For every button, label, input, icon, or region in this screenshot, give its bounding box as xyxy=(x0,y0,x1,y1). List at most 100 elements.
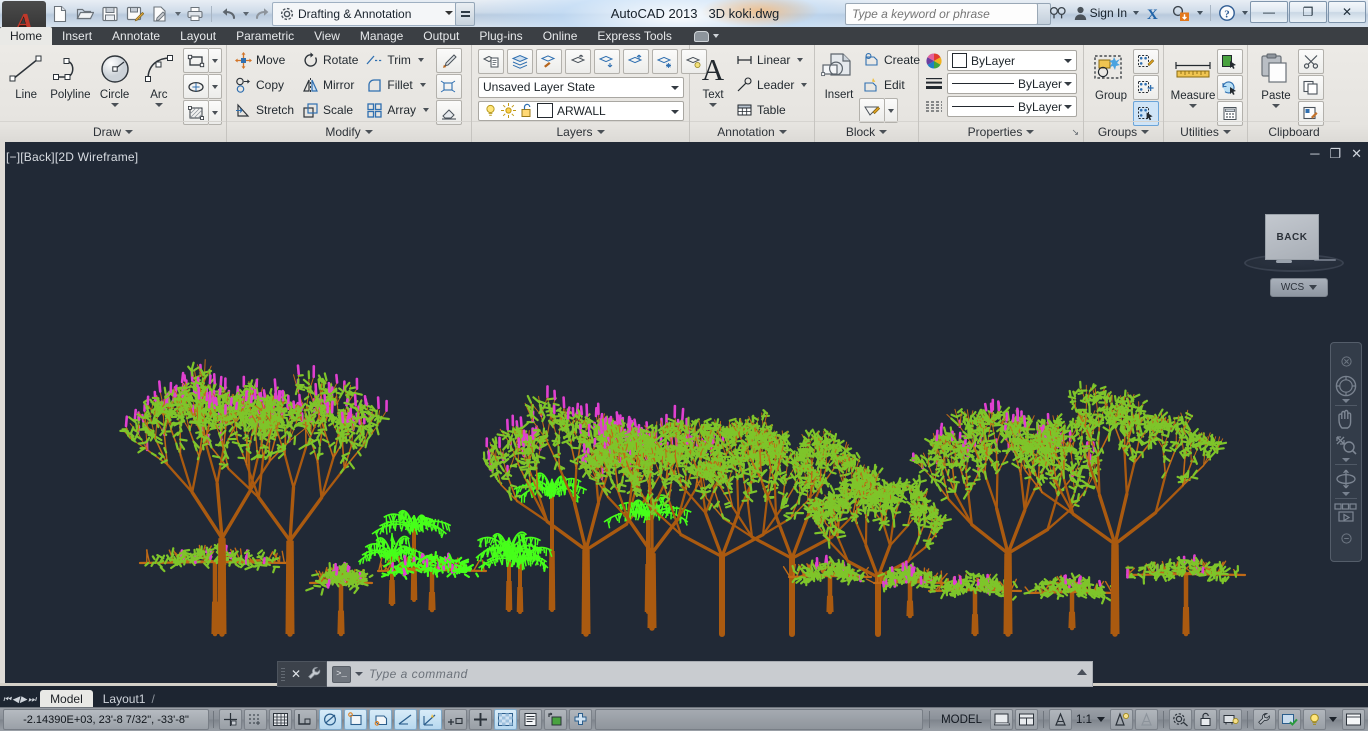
showmotion-icon[interactable] xyxy=(1333,501,1359,525)
view-cube-face[interactable]: BACK xyxy=(1265,214,1319,260)
table-button[interactable]: Table xyxy=(732,98,811,122)
tab-view[interactable]: View xyxy=(304,27,350,45)
command-input[interactable]: Type a command xyxy=(369,667,468,681)
infer-constraints-toggle[interactable] xyxy=(219,709,242,730)
steering-wheel-icon[interactable] xyxy=(1333,374,1359,398)
linear-dropdown[interactable] xyxy=(797,58,804,62)
sign-in-button[interactable]: Sign In xyxy=(1071,2,1129,24)
quick-properties-toggle[interactable] xyxy=(519,709,542,730)
pan-hand-icon[interactable] xyxy=(1333,408,1359,432)
ellipse-dropdown[interactable] xyxy=(209,74,222,99)
search-input[interactable] xyxy=(850,6,1033,22)
group-button[interactable]: Group xyxy=(1090,49,1132,102)
chevron-down-icon[interactable] xyxy=(1242,11,1248,15)
undo-dropdown[interactable] xyxy=(241,3,250,25)
circle-button[interactable]: Circle xyxy=(93,48,137,107)
lineweight-icon[interactable] xyxy=(925,76,943,92)
transparency-toggle[interactable] xyxy=(494,709,517,730)
quick-select-icon[interactable] xyxy=(1217,49,1243,74)
save-document-button[interactable] xyxy=(98,3,122,25)
plot-preview-dropdown[interactable] xyxy=(173,3,182,25)
layer-state-combo[interactable]: Unsaved Layer State xyxy=(478,77,684,98)
tab-plugins[interactable]: Plug-ins xyxy=(469,27,532,45)
last-layout-button[interactable]: ⏭ xyxy=(28,695,36,704)
command-line-close-button[interactable]: ✕ xyxy=(291,667,301,681)
leader-dropdown[interactable] xyxy=(801,83,808,87)
status-bar-menu-dropdown[interactable] xyxy=(1329,717,1337,722)
polyline-button[interactable]: Polyline xyxy=(48,48,92,101)
tab-express-tools[interactable]: Express Tools xyxy=(587,27,681,45)
array-button[interactable]: Array xyxy=(362,98,433,122)
tab-parametric[interactable]: Parametric xyxy=(226,27,304,45)
undo-button[interactable] xyxy=(216,3,240,25)
panel-title-annotation[interactable]: Annotation xyxy=(690,121,814,142)
object-color-combo[interactable]: ByLayer xyxy=(947,50,1077,71)
layer-freeze-icon[interactable] xyxy=(652,49,678,74)
line-button[interactable]: Line xyxy=(4,48,48,101)
scale-button[interactable]: Scale xyxy=(298,98,362,122)
layout-space-icon[interactable] xyxy=(1015,709,1038,730)
lineweight-toggle[interactable] xyxy=(469,709,492,730)
lineweight-combo[interactable]: ByLayer xyxy=(947,73,1077,94)
auto-scale-icon[interactable] xyxy=(1135,709,1158,730)
color-wheel-icon[interactable] xyxy=(925,52,943,70)
viewport-label[interactable]: [−][Back][2D Wireframe] xyxy=(6,150,138,164)
annotation-scale-value[interactable]: 1:1 xyxy=(1073,714,1095,726)
viewport-restore-button[interactable]: ❐ xyxy=(1329,147,1341,160)
command-line-grip[interactable] xyxy=(280,667,285,681)
block-attribute-button[interactable] xyxy=(859,98,924,123)
layer-properties-icon[interactable] xyxy=(478,49,504,74)
space-toggle[interactable]: MODEL xyxy=(934,714,989,726)
grid-display-toggle[interactable] xyxy=(269,709,292,730)
wrench-icon[interactable] xyxy=(307,666,323,682)
chevron-down-icon[interactable] xyxy=(154,103,163,107)
linear-dimension-button[interactable]: Linear xyxy=(732,48,811,72)
panel-title-layers[interactable]: Layers xyxy=(472,121,689,142)
command-line[interactable]: ✕ >_ Type a command xyxy=(277,661,1093,687)
measure-button[interactable]: Measure xyxy=(1169,49,1217,108)
stretch-button[interactable]: Stretch xyxy=(231,98,298,122)
chevron-down-icon[interactable] xyxy=(1189,104,1197,108)
linetype-icon[interactable] xyxy=(925,99,943,115)
panel-title-properties[interactable]: Properties ↘ xyxy=(919,121,1083,142)
hardware-acceleration-icon[interactable] xyxy=(1219,709,1242,730)
quick-calc-cycle-icon[interactable] xyxy=(1217,75,1243,100)
status-lightbulb-icon[interactable] xyxy=(1303,709,1326,730)
chevron-down-icon[interactable] xyxy=(1197,11,1203,15)
panel-title-draw[interactable]: Draw xyxy=(0,121,226,142)
model-space-icon[interactable] xyxy=(990,709,1013,730)
move-button[interactable]: Move xyxy=(231,48,298,72)
view-cube[interactable]: BACK xyxy=(1244,208,1344,272)
explode-icon[interactable] xyxy=(436,74,463,99)
viewport-minimize-button[interactable]: ─ xyxy=(1310,147,1319,160)
help-button[interactable]: ? xyxy=(1216,2,1238,24)
first-layout-button[interactable]: ⏮ xyxy=(3,695,11,704)
panel-title-utilities[interactable]: Utilities xyxy=(1164,121,1247,142)
panel-title-modify[interactable]: Modify xyxy=(227,121,471,142)
isolate-objects-icon[interactable] xyxy=(1253,709,1276,730)
search-box[interactable] xyxy=(845,3,1038,25)
panel-title-clipboard[interactable]: Clipboard xyxy=(1248,121,1340,142)
match-properties-icon[interactable] xyxy=(436,48,463,73)
annotation-scale-icon[interactable] xyxy=(1049,709,1072,730)
chevron-down-icon[interactable] xyxy=(1133,11,1139,15)
exchange-apps-button[interactable]: X xyxy=(1143,2,1167,24)
annotation-visibility-icon[interactable] xyxy=(1110,709,1133,730)
navbar-collapse-icon[interactable] xyxy=(1333,526,1359,550)
panel-title-groups[interactable]: Groups xyxy=(1084,121,1163,142)
tab-home[interactable]: Home xyxy=(0,27,53,45)
group-edit-icon[interactable] xyxy=(1133,49,1159,74)
cut-icon[interactable] xyxy=(1298,49,1324,74)
orbit-icon[interactable] xyxy=(1333,467,1359,491)
tab-layout[interactable]: Layout xyxy=(170,27,226,45)
object-snap-tracking-toggle[interactable] xyxy=(394,709,417,730)
fillet-button[interactable]: Fillet xyxy=(362,73,433,97)
ribbon-display-options[interactable] xyxy=(688,27,725,45)
orbit-dropdown[interactable] xyxy=(1342,492,1350,496)
annotation-scale-dropdown[interactable] xyxy=(1097,717,1105,722)
prev-layout-button[interactable]: ◀ xyxy=(12,695,19,704)
selection-cycling-toggle[interactable] xyxy=(544,709,567,730)
save-as-document-button[interactable] xyxy=(123,3,147,25)
chevron-down-icon[interactable] xyxy=(110,103,119,107)
snap-mode-toggle[interactable] xyxy=(244,709,267,730)
